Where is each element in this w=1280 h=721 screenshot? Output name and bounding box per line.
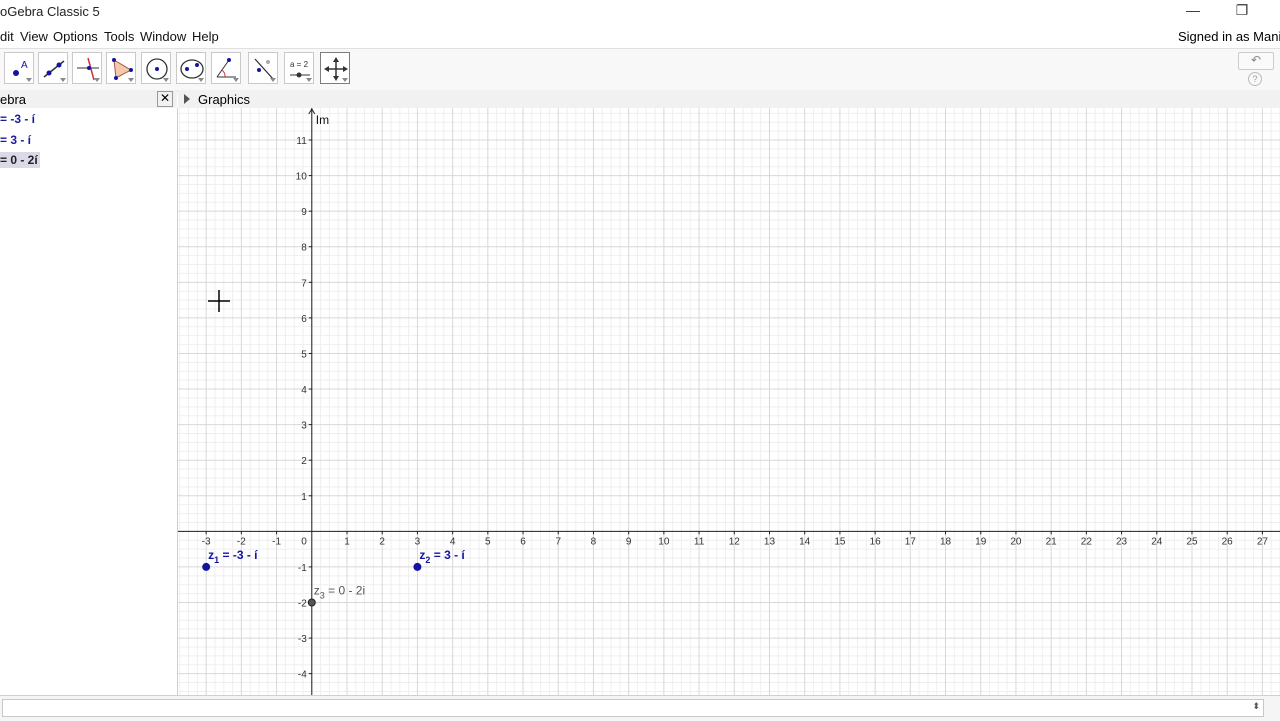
y-tick-label: -1 xyxy=(298,563,307,574)
point-z1[interactable] xyxy=(202,562,211,571)
minimize-button[interactable]: — xyxy=(1181,2,1205,22)
x-tick-label: 10 xyxy=(658,536,670,547)
y-tick-label: -4 xyxy=(298,670,307,681)
window-title: oGebra Classic 5 xyxy=(0,4,100,19)
input-bar: ⬍ xyxy=(0,695,1280,721)
menu-help[interactable]: Help xyxy=(192,29,219,44)
x-tick-label: 27 xyxy=(1257,536,1269,547)
x-tick-label: 16 xyxy=(870,536,882,547)
line-tool-button[interactable] xyxy=(38,52,68,84)
undo-button[interactable]: ↶ xyxy=(1238,52,1274,70)
title-bar: oGebra Classic 5 — ❐ xyxy=(0,0,1280,26)
x-tick-label: -2 xyxy=(237,536,246,547)
menu-options[interactable]: Options xyxy=(53,29,98,44)
y-tick-label: -3 xyxy=(298,634,307,645)
x-tick-label: 20 xyxy=(1010,536,1022,547)
x-tick-label: 8 xyxy=(591,536,597,547)
x-tick-label: 11 xyxy=(694,536,705,547)
major-grid xyxy=(178,108,1280,695)
signed-in-status[interactable]: Signed in as Manis xyxy=(1178,29,1280,44)
algebra-view-title: ebra xyxy=(0,92,27,107)
algebra-item-z1[interactable]: = -3 - í xyxy=(0,111,37,127)
y-axis-label: Im xyxy=(316,113,329,127)
perpendicular-tool-button[interactable] xyxy=(72,52,102,84)
origin-label: 0 xyxy=(301,536,307,547)
minor-grid xyxy=(178,108,1280,695)
y-tick-label: 10 xyxy=(296,172,308,183)
restore-button[interactable]: ❐ xyxy=(1230,2,1254,22)
x-tick-label: 4 xyxy=(450,536,456,547)
y-tick-label: 5 xyxy=(301,349,307,360)
x-tick-label: 5 xyxy=(485,536,491,547)
x-tick-label: 17 xyxy=(905,536,917,547)
menu-window[interactable]: Window xyxy=(140,29,186,44)
point-z2[interactable] xyxy=(413,562,422,571)
menu-edit[interactable]: dit xyxy=(0,29,14,44)
x-tick-label: 22 xyxy=(1081,536,1093,547)
y-tick-label: 3 xyxy=(301,421,307,432)
y-tick-label: 7 xyxy=(301,278,307,289)
algebra-item-z3[interactable]: = 0 - 2í xyxy=(0,152,40,168)
point-label-z1[interactable]: z1 = -3 - í xyxy=(208,548,258,565)
algebra-view[interactable]: = -3 - í = 3 - í = 0 - 2í xyxy=(0,108,178,695)
svg-text:A: A xyxy=(21,60,28,71)
input-field[interactable]: ⬍ xyxy=(2,699,1264,717)
reflect-tool-button[interactable] xyxy=(248,52,278,84)
ellipse-tool-button[interactable] xyxy=(176,52,206,84)
menu-view[interactable]: View xyxy=(20,29,48,44)
x-tick-label: 25 xyxy=(1186,536,1198,547)
x-tick-label: -3 xyxy=(202,536,211,547)
x-tick-label: 6 xyxy=(520,536,526,547)
x-tick-label: 18 xyxy=(940,536,952,547)
axes: Im xyxy=(178,108,1280,695)
circle-tool-button[interactable] xyxy=(141,52,171,84)
y-tick-label: 2 xyxy=(301,456,307,467)
x-tick-label: 21 xyxy=(1046,536,1058,547)
x-tick-label: 7 xyxy=(555,536,561,547)
input-history-spinner-icon[interactable]: ⬍ xyxy=(1252,701,1260,712)
graphics-view-header: Graphics xyxy=(178,90,1280,109)
point-z3[interactable] xyxy=(307,598,316,607)
x-tick-label: 9 xyxy=(626,536,632,547)
x-tick-label: 14 xyxy=(799,536,811,547)
y-tick-label: 1 xyxy=(301,492,307,503)
crosshair-cursor-icon xyxy=(208,290,230,312)
x-tick-label: 26 xyxy=(1222,536,1234,547)
x-tick-label: 12 xyxy=(729,536,741,547)
graphics-canvas[interactable]: Im -3 -2 -1 1 2 3 4 5 6 7 8 9 10 11 12 13 14 15 16 17 18 19 20… xyxy=(178,108,1280,695)
x-tick-label: 23 xyxy=(1116,536,1128,547)
menu-bar: dit View Options Tools Window Help Signe… xyxy=(0,26,1280,48)
point-label-z3[interactable]: z3 = 0 - 2i xyxy=(314,584,365,601)
close-algebra-view-button[interactable]: ✕ xyxy=(157,91,173,107)
menu-tools[interactable]: Tools xyxy=(104,29,134,44)
x-tick-label: 2 xyxy=(379,536,385,547)
point-tool-button[interactable]: A xyxy=(4,52,34,84)
y-tick-label: -2 xyxy=(298,599,307,610)
polygon-tool-button[interactable] xyxy=(106,52,136,84)
tick-labels: -3 -2 -1 1 2 3 4 5 6 7 8 9 10 11 12 13 14 15 16 17 18 19 20 21 2… xyxy=(202,136,1269,681)
x-tick-label: 19 xyxy=(975,536,987,547)
slider-tool-button[interactable]: a = 2 xyxy=(284,52,314,84)
x-tick-label: 15 xyxy=(834,536,846,547)
expand-triangle-icon[interactable] xyxy=(184,94,190,104)
y-tick-label: 9 xyxy=(301,207,307,218)
x-tick-label: 3 xyxy=(415,536,421,547)
x-tick-label: -1 xyxy=(272,536,281,547)
move-graphics-tool-button[interactable] xyxy=(320,52,350,84)
toolbar: A a = 2 xyxy=(0,48,1280,92)
angle-tool-button[interactable] xyxy=(211,52,241,84)
x-tick-label: 13 xyxy=(764,536,776,547)
help-icon[interactable]: ? xyxy=(1248,72,1262,86)
algebra-item-z2[interactable]: = 3 - í xyxy=(0,132,33,148)
svg-text:a = 2: a = 2 xyxy=(290,60,309,69)
y-tick-label: 6 xyxy=(301,314,307,325)
x-tick-label: 1 xyxy=(344,536,350,547)
y-tick-label: 4 xyxy=(301,385,307,396)
graphics-view-title: Graphics xyxy=(198,92,251,107)
y-tick-label: 8 xyxy=(301,243,307,254)
algebra-view-header: ebra xyxy=(0,90,177,109)
y-tick-label: 11 xyxy=(296,136,307,147)
graphics-view[interactable]: Im -3 -2 -1 1 2 3 4 5 6 7 8 9 10 11 12 13 14 15 16 17 18 19 20… xyxy=(178,108,1280,695)
x-tick-label: 24 xyxy=(1151,536,1163,547)
